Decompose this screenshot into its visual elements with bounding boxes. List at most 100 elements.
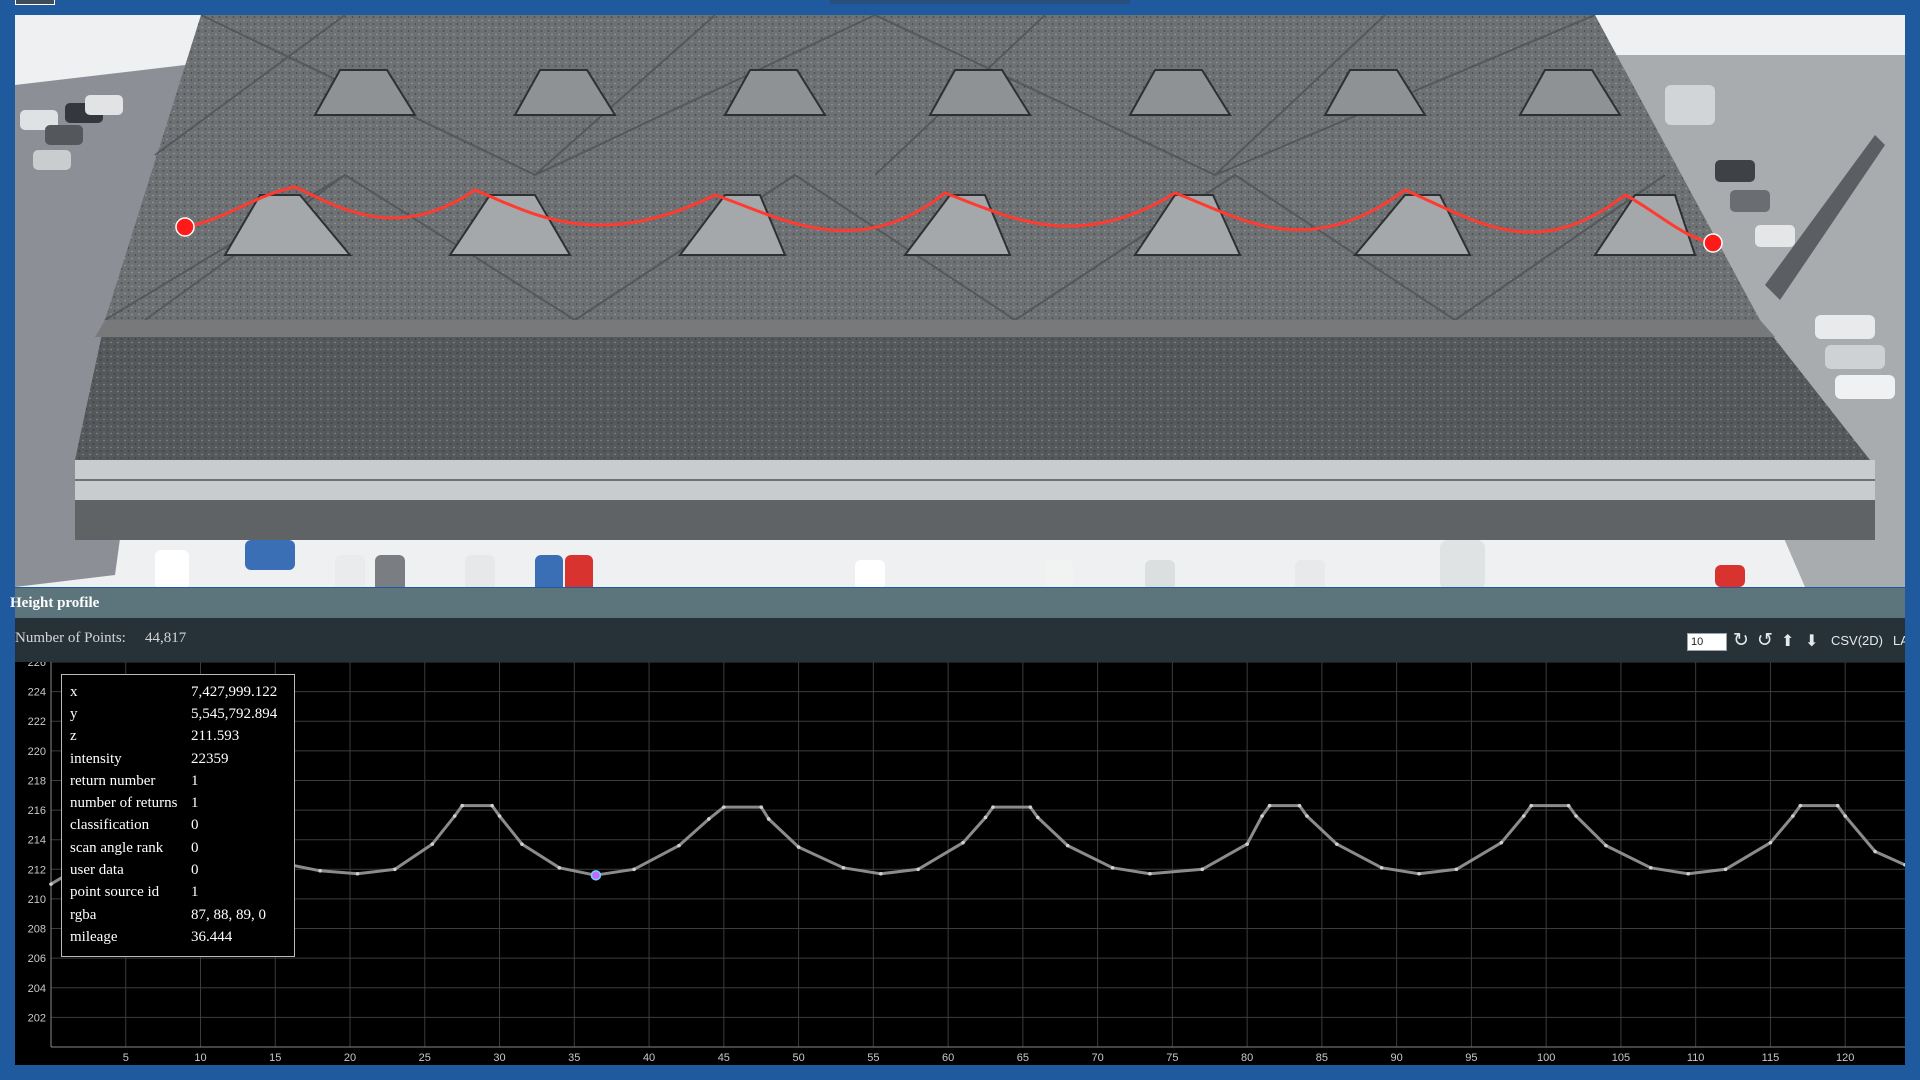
csv-2d-export-button[interactable]: CSV(2D): [1831, 633, 1883, 648]
x-tick-label: 10: [194, 1052, 206, 1064]
selected-point-layer: [590, 870, 602, 881]
number-of-points-value: 44,817: [145, 630, 187, 646]
info-key: z: [70, 728, 77, 745]
profile-point: [1499, 840, 1504, 845]
info-row-y: y 5,545,792.894: [70, 703, 277, 725]
profile-point: [49, 882, 53, 886]
y-tick-label: 212: [28, 864, 46, 876]
profile-series-line: [50, 804, 1905, 886]
profile-point: [520, 842, 524, 846]
y-tick-label: 206: [28, 953, 46, 965]
rotate-cw-icon[interactable]: ↻: [1733, 629, 1749, 651]
profile-point: [430, 842, 435, 846]
profile-point: [1417, 871, 1421, 876]
selected-point-marker: [590, 870, 602, 881]
x-tick-label: 5: [123, 1052, 129, 1064]
profile-point: [393, 867, 397, 872]
profile-point: [722, 805, 726, 809]
viewport-top-edge: [830, 0, 1130, 4]
profile-point: [991, 805, 995, 809]
info-row-return-number: return number 1: [70, 770, 277, 792]
height-profile-title: Height profile: [10, 595, 100, 611]
arrow-down-icon[interactable]: ⬇: [1805, 630, 1818, 652]
profile-point: [796, 845, 801, 849]
profile-point: [1843, 814, 1847, 818]
profile-chart[interactable]: 5 10 15 20 25 30 35 40 45 50 55 60 65 70 75 80 85 90 95 100…: [15, 662, 1905, 1065]
profile-point: [1791, 814, 1795, 818]
arrow-up-icon[interactable]: ⬆: [1781, 630, 1794, 652]
y-tick-label: 226: [28, 662, 46, 669]
viewport-corner-frame: [15, 0, 55, 5]
profile-point: [1649, 866, 1653, 870]
y-tick-label: 208: [28, 924, 46, 936]
profile-point: [1768, 840, 1773, 845]
x-tick-label: 35: [568, 1052, 580, 1064]
x-tick-label: 85: [1316, 1052, 1328, 1064]
height-profile-toolbar: Number of Points: 44,817 ↻ ↺ ⬆ ⬇ CSV(2D)…: [15, 618, 1905, 662]
point-cloud-viewport[interactable]: [15, 15, 1905, 587]
info-row-mileage: mileage 36.444: [70, 926, 277, 948]
profile-point: [1604, 843, 1608, 848]
x-tick-label: 45: [718, 1052, 730, 1064]
x-tick-label: 30: [493, 1052, 505, 1064]
profile-point: [490, 803, 494, 808]
info-key: user data: [70, 862, 124, 879]
profile-point: [318, 868, 322, 873]
profile-point: [916, 867, 920, 872]
y-tick-label: 210: [28, 894, 46, 906]
point-info-panel: x 7,427,999.122 y 5,545,792.894 z 211.593 i…: [61, 674, 295, 957]
las-export-button[interactable]: LAS: [1893, 633, 1905, 648]
profile-point: [1297, 803, 1302, 808]
info-value: 0: [191, 817, 199, 834]
info-key: classification: [70, 817, 150, 834]
point-attributes-table: x 7,427,999.122 y 5,545,792.894 z 211.593 i…: [70, 681, 277, 949]
info-row-classification: classification 0: [70, 815, 277, 837]
y-tick-label: 204: [28, 983, 46, 995]
profile-point: [1065, 843, 1070, 848]
info-value: 5,545,792.894: [191, 705, 278, 722]
x-tick-label: 20: [344, 1052, 356, 1064]
rotate-ccw-icon[interactable]: ↺: [1757, 629, 1773, 651]
profile-point: [1028, 805, 1033, 809]
info-value: 7,427,999.122: [191, 683, 278, 700]
profile-point: [1566, 803, 1571, 808]
info-key: x: [70, 683, 78, 700]
profile-point: [759, 805, 764, 809]
profile-point: [1245, 842, 1249, 846]
x-tick-label: 95: [1465, 1052, 1477, 1064]
point-cloud-render[interactable]: [15, 15, 1905, 587]
range-width-input[interactable]: [1687, 633, 1727, 651]
info-key: mileage: [70, 928, 118, 945]
profile-point: [1305, 814, 1309, 818]
profile-point: [355, 871, 360, 876]
info-value: 0: [191, 839, 199, 856]
profile-start-marker[interactable]: [175, 217, 195, 237]
y-tick-label: 222: [28, 716, 46, 728]
info-row-z: z 211.593: [70, 726, 277, 748]
chart-axes: 5 10 15 20 25 30 35 40 45 50 55 60 65 70 75 80 85 90 95 100…: [28, 662, 1905, 1064]
y-tick-label: 220: [28, 746, 46, 758]
x-tick-label: 110: [1687, 1052, 1705, 1064]
profile-point: [1521, 814, 1526, 818]
number-of-points-label: Number of Points:: [15, 630, 126, 646]
info-row-number-of-returns: number of returns 1: [70, 792, 277, 814]
profile-point: [1529, 803, 1534, 808]
profile-point: [1454, 867, 1459, 872]
x-tick-label: 105: [1612, 1052, 1630, 1064]
info-row-intensity: intensity 22359: [70, 748, 277, 770]
x-tick-label: 15: [269, 1052, 281, 1064]
profile-point: [1110, 866, 1115, 870]
y-tick-label: 224: [28, 687, 46, 699]
x-tick-label: 50: [792, 1052, 804, 1064]
info-value: 22359: [191, 750, 229, 767]
profile-point: [841, 866, 846, 870]
x-tick-label: 120: [1836, 1052, 1854, 1064]
profile-point: [1574, 814, 1578, 818]
profile-end-marker[interactable]: [1703, 233, 1723, 253]
profile-point: [1148, 871, 1152, 876]
profile-point: [1686, 871, 1691, 876]
x-tick-label: 115: [1762, 1052, 1780, 1064]
x-tick-label: 65: [1017, 1052, 1029, 1064]
height-profile-plot[interactable]: 5 10 15 20 25 30 35 40 45 50 55 60 65 70 75 80 85 90 95 100…: [15, 662, 1905, 1065]
profile-points: [49, 803, 1905, 886]
